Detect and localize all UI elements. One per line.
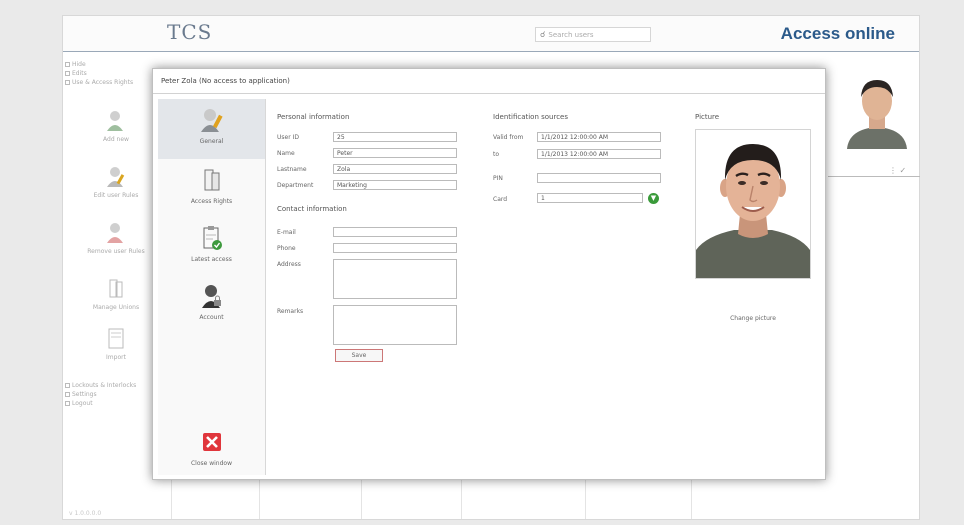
- field-label: E-mail: [277, 229, 296, 236]
- left-menu-bottom: Lockouts & Interlocks Settings Logout: [65, 381, 153, 408]
- menu-tool-edit[interactable]: Edit user Rules: [81, 166, 151, 199]
- clipboard-check-icon: [203, 226, 222, 250]
- menu-checkbox[interactable]: Hide: [65, 60, 153, 69]
- user-add-icon: [107, 111, 123, 131]
- card-field[interactable]: 1: [537, 193, 643, 203]
- close-window-button[interactable]: Close window: [158, 425, 265, 477]
- menu-checkbox[interactable]: Use & Access Rights: [65, 78, 153, 87]
- change-picture-link[interactable]: Change picture: [695, 315, 811, 322]
- field-label: Valid from: [493, 134, 524, 141]
- card-dropdown-icon[interactable]: ▼: [648, 193, 659, 204]
- phone-field[interactable]: [333, 243, 457, 253]
- user-dialog: Peter Zola (No access to application) Ge…: [152, 68, 826, 480]
- search-icon: ☌: [540, 30, 546, 39]
- search-input[interactable]: ☌ Search users: [535, 27, 651, 42]
- save-button[interactable]: Save: [335, 349, 383, 362]
- address-textarea[interactable]: [333, 259, 457, 299]
- dialog-sidebar: General Access Rights Latest access Acco…: [158, 99, 266, 475]
- name-field[interactable]: Peter: [333, 148, 457, 158]
- field-label: Phone: [277, 245, 296, 252]
- menu-tool-import[interactable]: Import: [81, 328, 151, 361]
- field-label: Name: [277, 150, 295, 157]
- tab-access-rights[interactable]: Access Rights: [158, 159, 265, 219]
- section-title-identification: Identification sources: [493, 113, 569, 121]
- document-icon: [108, 328, 124, 349]
- section-title-contact: Contact information: [277, 205, 347, 213]
- version-text: v 1.0.0.0.0: [69, 510, 102, 517]
- menu-checkbox[interactable]: Logout: [65, 399, 153, 408]
- valid-from-field[interactable]: 1/1/2012 12:00:00 AM: [537, 132, 661, 142]
- left-menu: Hide Edits Use & Access Rights: [65, 60, 153, 87]
- app-title: Access online: [780, 24, 895, 43]
- menu-checkbox[interactable]: Settings: [65, 390, 153, 399]
- close-icon: [202, 433, 221, 451]
- email-field[interactable]: [333, 227, 457, 237]
- user-avatar: [841, 71, 913, 149]
- dialog-title: Peter Zola (No access to application): [153, 69, 825, 94]
- user-photo: [695, 129, 811, 279]
- menu-tool-add[interactable]: Add new: [81, 110, 151, 143]
- field-label: to: [493, 151, 500, 158]
- user-lock-icon: [201, 285, 221, 308]
- field-label: Address: [277, 261, 301, 268]
- logo: TCS: [167, 20, 213, 44]
- valid-to-field[interactable]: 1/1/2013 12:00:00 AM: [537, 149, 661, 159]
- section-title-picture: Picture: [695, 113, 720, 121]
- department-field[interactable]: Marketing: [333, 180, 457, 190]
- pin-field[interactable]: [537, 173, 661, 183]
- doors-icon: [109, 279, 123, 298]
- tab-general[interactable]: General: [158, 99, 265, 159]
- user-id-field[interactable]: 25: [333, 132, 457, 142]
- user-pen-icon: [200, 109, 223, 132]
- user-edit-icon: [107, 167, 125, 187]
- field-label: Department: [277, 182, 314, 189]
- tab-account[interactable]: Account: [158, 275, 265, 335]
- search-placeholder: Search users: [548, 31, 594, 39]
- row-divider: [828, 176, 920, 177]
- doors-icon: [204, 169, 219, 191]
- field-label: User ID: [277, 134, 299, 141]
- user-remove-icon: [107, 223, 123, 243]
- section-title-personal: Personal information: [277, 113, 350, 121]
- lastname-field[interactable]: Zola: [333, 164, 457, 174]
- row-actions-icon[interactable]: ⋮ ✓: [889, 166, 906, 175]
- field-label: PIN: [493, 175, 503, 182]
- remarks-textarea[interactable]: [333, 305, 457, 345]
- dialog-content: Personal information User ID 25 Name Pet…: [267, 99, 819, 475]
- menu-tool-manage[interactable]: Manage Unions: [81, 278, 151, 311]
- menu-tool-remove[interactable]: Remove user Rules: [81, 222, 151, 255]
- field-label: Remarks: [277, 308, 304, 315]
- field-label: Lastname: [277, 166, 307, 173]
- field-label: Card: [493, 196, 508, 203]
- menu-checkbox[interactable]: Edits: [65, 69, 153, 78]
- app-header: TCS ☌ Search users Access online: [63, 16, 919, 52]
- tab-latest-access[interactable]: Latest access: [158, 217, 265, 277]
- menu-checkbox[interactable]: Lockouts & Interlocks: [65, 381, 153, 390]
